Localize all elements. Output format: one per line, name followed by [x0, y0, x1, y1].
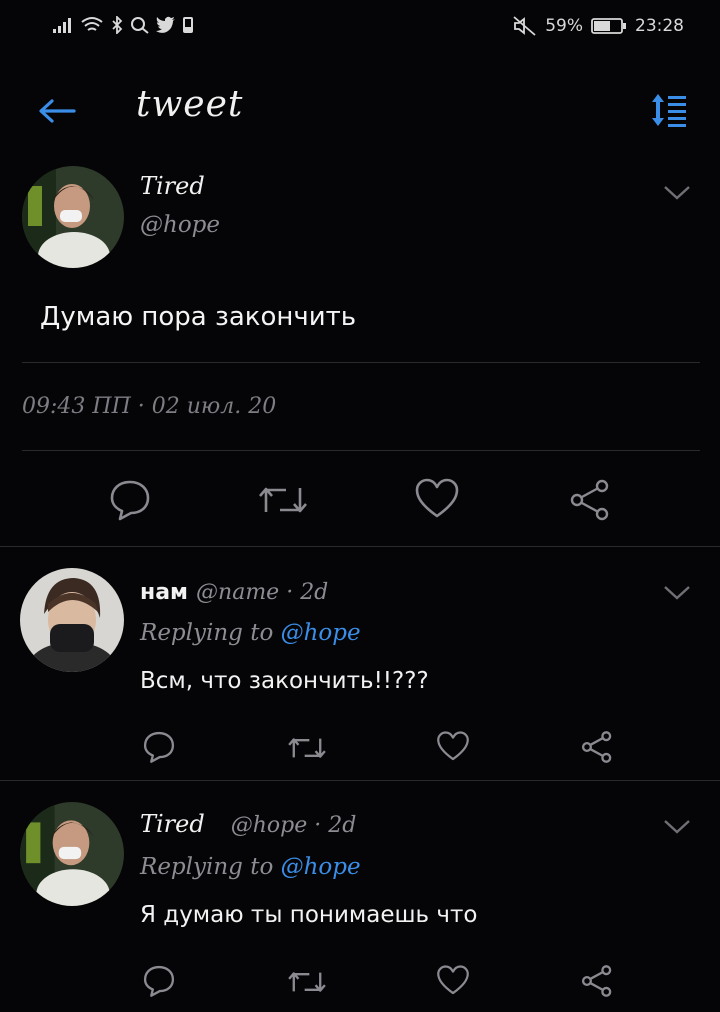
search-icon [131, 17, 149, 34]
author-name[interactable]: Tired [140, 172, 205, 200]
retweet-button[interactable] [256, 482, 310, 518]
reply-text: Всм, что закончить!!??? [140, 668, 429, 694]
avatar-photo [20, 568, 124, 672]
reply-button[interactable] [142, 964, 176, 998]
reply-header: нам @name · 2d [140, 580, 328, 605]
mute-icon [513, 16, 536, 36]
reply-menu-button[interactable] [662, 818, 692, 836]
chevron-down-icon [664, 586, 690, 600]
replying-to: Replying to @hope [140, 854, 361, 880]
share-icon [581, 731, 612, 763]
mention-link[interactable]: @hope [281, 854, 361, 880]
avatar[interactable] [22, 166, 124, 268]
reply-author-handle[interactable]: @hope [231, 813, 308, 838]
sort-icon [652, 94, 686, 127]
status-icons-left [52, 16, 194, 34]
battery-icon [591, 18, 626, 34]
reply-menu-button[interactable] [662, 584, 692, 602]
replying-label: Replying to [140, 854, 274, 880]
retweet-button[interactable] [286, 734, 328, 762]
tweet-menu-button[interactable] [662, 184, 692, 202]
reply-button[interactable] [108, 478, 152, 522]
heart-icon [415, 478, 459, 518]
sort-button[interactable] [650, 92, 690, 128]
notification-icon [183, 17, 193, 33]
share-button[interactable] [580, 730, 614, 764]
comment-icon [143, 965, 175, 997]
divider [0, 780, 720, 781]
mention-link[interactable]: @hope [281, 620, 361, 646]
reply-text: Я думаю ты понимаешь что [140, 902, 478, 928]
share-icon [581, 965, 612, 997]
comment-icon [143, 731, 175, 763]
wifi-icon [81, 17, 103, 31]
share-button[interactable] [568, 478, 612, 522]
author-handle[interactable]: @hope [140, 212, 220, 238]
tweet-timestamp: 09:43 ПП · 02 июл. 20 [22, 394, 277, 419]
replying-to: Replying to @hope [140, 620, 361, 646]
status-icons-right: 59% 23:28 [513, 16, 684, 36]
heart-icon [437, 965, 469, 995]
share-icon [570, 479, 609, 521]
bluetooth-icon [112, 16, 123, 34]
like-button[interactable] [414, 478, 460, 520]
retweet-icon [288, 972, 326, 992]
reply-age: · 2d [286, 580, 329, 605]
avatar[interactable] [20, 802, 124, 906]
arrow-left-icon [39, 99, 76, 123]
twitter-icon [156, 16, 175, 33]
page-title: tweet [136, 84, 244, 125]
comment-icon [110, 480, 150, 521]
avatar-photo [20, 802, 124, 906]
reply-author-name[interactable]: нам [140, 580, 188, 605]
heart-icon [437, 731, 469, 761]
battery-percent: 59% [545, 16, 583, 36]
retweet-button[interactable] [286, 968, 328, 996]
avatar[interactable] [20, 568, 124, 672]
reply-age: · 2d [314, 813, 357, 838]
status-bar: 59% 23:28 [0, 14, 720, 44]
share-button[interactable] [580, 964, 614, 998]
like-button[interactable] [436, 731, 470, 762]
clock: 23:28 [635, 16, 684, 36]
reply-author-handle[interactable]: @name [196, 580, 279, 605]
retweet-icon [259, 487, 307, 513]
reply-author-name[interactable]: Tired [140, 810, 205, 838]
divider [22, 450, 700, 451]
chevron-down-icon [664, 820, 690, 834]
app-header: tweet [0, 84, 720, 144]
retweet-icon [288, 738, 326, 758]
reply-button[interactable] [142, 730, 176, 764]
signal-icon [53, 18, 71, 33]
back-button[interactable] [36, 96, 78, 126]
divider [0, 546, 720, 547]
avatar-photo [22, 166, 124, 268]
chevron-down-icon [664, 186, 690, 200]
like-button[interactable] [436, 965, 470, 996]
replying-label: Replying to [140, 620, 274, 646]
tweet-text: Думаю пора закончить [40, 302, 357, 332]
divider [22, 362, 700, 363]
reply-header: Tired @hope · 2d [140, 810, 356, 838]
